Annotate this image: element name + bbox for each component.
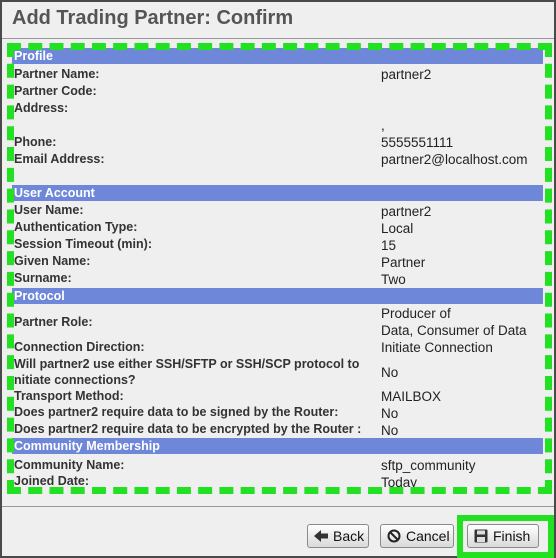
footer-divider bbox=[2, 506, 554, 507]
wizard-window: Add Trading Partner: Confirm Profile Par… bbox=[0, 0, 556, 558]
finish-highlight bbox=[457, 515, 554, 558]
cancel-button[interactable]: Cancel bbox=[380, 524, 454, 548]
page-title: Add Trading Partner: Confirm bbox=[12, 7, 294, 29]
cancel-button-label: Cancel bbox=[406, 528, 450, 544]
back-button-label: Back bbox=[333, 528, 365, 544]
back-button[interactable]: Back bbox=[307, 524, 369, 548]
cancel-icon bbox=[387, 529, 401, 543]
arrow-left-icon bbox=[314, 530, 328, 542]
title-divider bbox=[2, 38, 554, 39]
form-highlight bbox=[7, 43, 552, 494]
